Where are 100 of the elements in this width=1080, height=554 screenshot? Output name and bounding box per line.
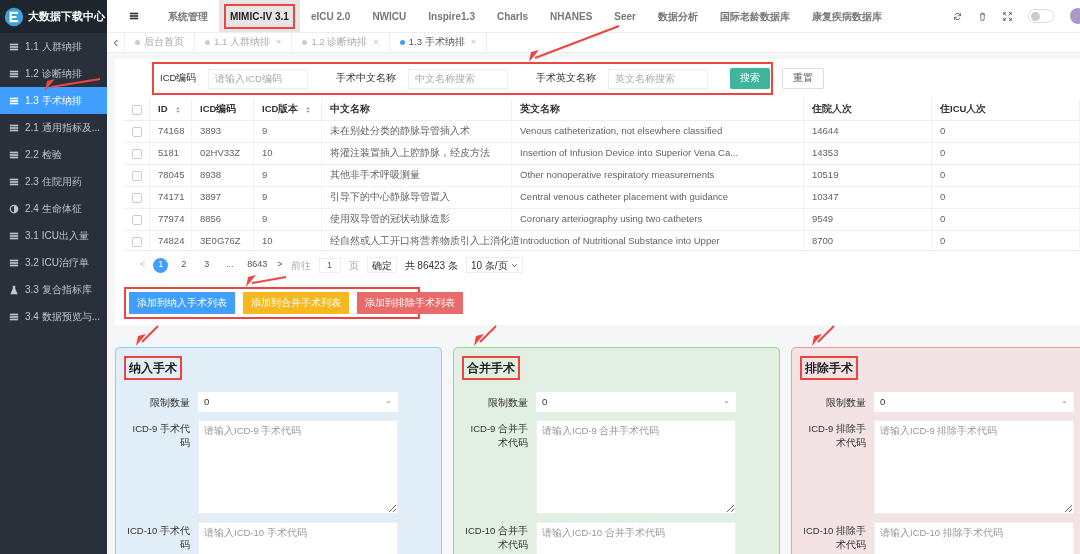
nav-tab[interactable]: 国际老龄数据库 bbox=[709, 0, 801, 32]
confirm-button[interactable]: 确定 bbox=[366, 257, 397, 273]
column-header: ICD编码 bbox=[200, 102, 237, 117]
reset-button[interactable]: 重置 bbox=[782, 68, 825, 89]
chevron-down-icon bbox=[510, 261, 518, 269]
page-button[interactable]: 8643 bbox=[245, 257, 270, 273]
goto-label: 前往 bbox=[290, 258, 311, 273]
nav-tab[interactable]: NWICU bbox=[361, 0, 418, 32]
list-icon bbox=[9, 68, 19, 79]
column-header: 住ICU人次 bbox=[940, 102, 987, 117]
table-cell: 0 bbox=[940, 146, 946, 161]
search-field[interactable]: 英文名称搜索 bbox=[608, 68, 709, 89]
table-cell: 3897 bbox=[200, 190, 222, 205]
trash-icon bbox=[978, 11, 987, 21]
caret-icon bbox=[385, 398, 392, 406]
checkbox[interactable] bbox=[131, 148, 142, 159]
table-cell: 14353 bbox=[812, 146, 839, 161]
code-field[interactable]: 请输入ICD-9 手术代码 bbox=[198, 420, 398, 514]
table-cell: 10 bbox=[262, 146, 273, 161]
limit-select[interactable]: 0 bbox=[198, 392, 398, 412]
app-title: 大数据下载中心 bbox=[28, 9, 105, 25]
panel-title: 合并手术 bbox=[462, 356, 520, 380]
table-cell: 经自然或人工开口将营养物质引入上消化道 bbox=[330, 234, 520, 249]
search-field[interactable]: 请输入ICD编码 bbox=[208, 68, 309, 89]
table-cell: 9 bbox=[262, 190, 268, 205]
sidebar-item[interactable]: 2.4 生命体征 bbox=[0, 195, 107, 222]
table-cell: 引导下的中心静脉导管置入 bbox=[330, 190, 450, 205]
code-field[interactable]: 请输入ICD-9 合并手术代码 bbox=[536, 420, 736, 514]
list-icon bbox=[9, 176, 19, 187]
table-cell: 0 bbox=[940, 168, 946, 183]
field-label: ICD-9 排除手术代码 bbox=[807, 422, 866, 450]
page-button[interactable]: ... bbox=[222, 257, 238, 273]
column-header: 住院人次 bbox=[812, 102, 852, 117]
list-icon bbox=[9, 122, 19, 133]
checkbox[interactable] bbox=[131, 214, 142, 225]
table-cell: 02HV33Z bbox=[200, 146, 241, 161]
nav-tab[interactable]: NHANES bbox=[539, 0, 604, 32]
table-cell: Venous catheterization, not elsewhere classified bbox=[520, 124, 723, 139]
page-number-field[interactable]: 1 bbox=[318, 257, 341, 273]
list-icon bbox=[9, 257, 19, 268]
next-page-button[interactable]: > bbox=[277, 258, 283, 272]
annotation-arrow bbox=[136, 325, 159, 346]
caret-icon bbox=[723, 398, 730, 406]
checkbox[interactable] bbox=[131, 170, 142, 181]
page-unit: 页 bbox=[348, 258, 359, 273]
checkbox[interactable] bbox=[131, 104, 142, 115]
sidebar-item[interactable]: 2.2 检验 bbox=[0, 141, 107, 168]
checkbox[interactable] bbox=[131, 192, 142, 203]
table-cell: 3E0G76Z bbox=[200, 234, 241, 249]
table-cell: 9 bbox=[262, 212, 268, 227]
column-header: 中文名称 bbox=[330, 102, 370, 117]
limit-select[interactable]: 0 bbox=[874, 392, 1074, 412]
code-field[interactable]: 请输入ICD-10 排除手术代码 bbox=[874, 522, 1074, 554]
sidebar-item[interactable]: 1.1 人群纳排 bbox=[0, 33, 107, 60]
sidebar-item[interactable]: 3.1 ICU出入量 bbox=[0, 222, 107, 249]
nav-tab[interactable]: Inspire1.3 bbox=[417, 0, 486, 32]
caret-icon bbox=[1061, 398, 1068, 406]
code-field[interactable]: 请输入ICD-10 合并手术代码 bbox=[536, 522, 736, 554]
limit-select[interactable]: 0 bbox=[536, 392, 736, 412]
sidebar-item[interactable]: 1.2 诊断纳排 bbox=[0, 60, 107, 87]
sidebar-item[interactable]: 3.4 数据预览与... bbox=[0, 303, 107, 330]
theme-switch[interactable] bbox=[1028, 9, 1054, 23]
annotation-arrow bbox=[474, 325, 497, 346]
list-icon bbox=[9, 41, 19, 52]
code-field[interactable]: 请输入ICD-9 排除手术代码 bbox=[874, 420, 1074, 514]
sidebar-item[interactable]: 2.3 住院用药 bbox=[0, 168, 107, 195]
table-cell: Insertion of Infusion Device into Superior Vena Ca... bbox=[520, 146, 739, 161]
field-label: 手术英文名称 bbox=[536, 71, 597, 86]
field-label: ICD-10 手术代码 bbox=[126, 524, 190, 552]
nav-tab[interactable]: 数据分析 bbox=[647, 0, 709, 32]
page-size-select[interactable]: 10 条/页 bbox=[465, 257, 523, 273]
table-cell: 10519 bbox=[812, 168, 839, 183]
nav-tab[interactable]: MIMIC-IV 3.1 bbox=[219, 0, 300, 32]
column-header: ID bbox=[158, 102, 168, 117]
table-cell: 78045 bbox=[158, 168, 185, 183]
page-button[interactable]: 3 bbox=[199, 257, 215, 273]
page-button[interactable]: 2 bbox=[176, 257, 192, 273]
nav-tab[interactable]: 康复疾病数据库 bbox=[801, 0, 893, 32]
sidebar-item[interactable]: 3.2 ICU治疗单 bbox=[0, 249, 107, 276]
sidebar-item[interactable]: 2.1 通用指标及... bbox=[0, 114, 107, 141]
nav-tab[interactable]: Charls bbox=[485, 0, 540, 32]
table-cell: 3893 bbox=[200, 124, 222, 139]
menu-icon bbox=[129, 11, 139, 21]
table-cell: 9 bbox=[262, 168, 268, 183]
chevron-left-icon bbox=[111, 38, 120, 47]
nav-tab[interactable]: eICU 2.0 bbox=[299, 0, 362, 32]
table-cell: 使用双导管的冠状动脉造影 bbox=[330, 212, 450, 227]
nav-tab[interactable]: 系统管理 bbox=[157, 0, 219, 32]
checkbox[interactable] bbox=[131, 236, 142, 247]
sidebar-item[interactable]: 3.3 复合指标库 bbox=[0, 276, 107, 303]
table-cell: 10347 bbox=[812, 190, 839, 205]
table-cell: 将灌注装置插入上腔静脉，经皮方法 bbox=[330, 146, 490, 161]
nav-tab[interactable]: Seer bbox=[603, 0, 647, 32]
table-cell: 9549 bbox=[812, 212, 834, 227]
field-label: 限制数量 bbox=[487, 396, 528, 410]
search-field[interactable]: 中文名称搜索 bbox=[408, 68, 509, 89]
table-cell: 未在别处分类的静脉导管插入术 bbox=[330, 124, 470, 139]
page-tab[interactable]: 1.3 手术纳排 × bbox=[389, 33, 488, 52]
code-field[interactable]: 请输入ICD-10 手术代码 bbox=[198, 522, 398, 554]
checkbox[interactable] bbox=[131, 126, 142, 137]
